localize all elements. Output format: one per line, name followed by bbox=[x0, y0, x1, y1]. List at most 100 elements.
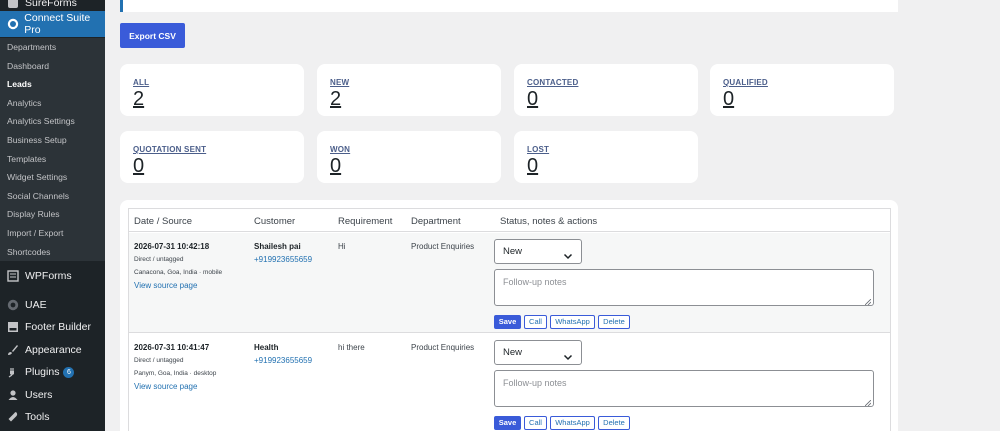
whatsapp-icon bbox=[6, 17, 19, 31]
stat-card-all[interactable]: ALL 2 bbox=[120, 64, 304, 116]
column-header-requirement: Requirement bbox=[338, 216, 393, 227]
lead-requirement: hi there bbox=[338, 343, 365, 352]
stat-value: 2 bbox=[330, 88, 342, 110]
stat-label: ALL bbox=[133, 78, 150, 87]
lead-requirement: Hi bbox=[338, 242, 346, 251]
stat-card-lost[interactable]: LOST 0 bbox=[514, 131, 698, 183]
call-button[interactable]: Call bbox=[524, 416, 547, 430]
save-button[interactable]: Save bbox=[494, 315, 521, 329]
export-csv-button[interactable]: Export CSV bbox=[120, 23, 185, 48]
leads-table: Date / Source Customer Requirement Depar… bbox=[128, 208, 891, 431]
lead-location: Panym, Goa, India · desktop bbox=[134, 370, 217, 377]
column-header-customer: Customer bbox=[254, 216, 296, 227]
status-select[interactable]: New bbox=[494, 239, 582, 264]
connect-suite-submenu: Departments Dashboard Leads Analytics An… bbox=[0, 38, 105, 262]
sidebar-item-widget-settings[interactable]: Widget Settings bbox=[0, 168, 105, 187]
sidebar-item-analytics-settings[interactable]: Analytics Settings bbox=[0, 112, 105, 131]
stat-label: QUALIFIED bbox=[723, 78, 768, 87]
stat-value: 0 bbox=[133, 155, 145, 177]
stat-label: WON bbox=[330, 145, 351, 154]
whatsapp-button[interactable]: WhatsApp bbox=[550, 315, 595, 329]
stat-value: 2 bbox=[133, 88, 145, 110]
lead-source: Direct / untagged bbox=[134, 357, 184, 364]
follow-up-notes-input[interactable]: Follow-up notes bbox=[494, 269, 874, 306]
admin-sidebar: SureForms Connect Suite Pro Departments … bbox=[0, 0, 105, 431]
menu-connect-suite-pro[interactable]: Connect Suite Pro bbox=[0, 11, 105, 37]
menu-label: SureForms bbox=[25, 0, 77, 9]
menu-label: Plugins bbox=[25, 366, 60, 378]
menu-tools[interactable]: Tools bbox=[0, 404, 105, 430]
stat-label: CONTACTED bbox=[527, 78, 579, 87]
customer-name: Health bbox=[254, 343, 279, 352]
stat-label: QUOTATION SENT bbox=[133, 145, 207, 154]
sidebar-item-business-setup[interactable]: Business Setup bbox=[0, 131, 105, 150]
view-source-link[interactable]: View source page bbox=[134, 382, 197, 391]
sureforms-icon bbox=[6, 0, 20, 10]
status-select[interactable]: New bbox=[494, 340, 582, 365]
menu-label: Users bbox=[25, 389, 53, 401]
column-header-date: Date / Source bbox=[134, 216, 193, 227]
stat-value: 0 bbox=[527, 155, 539, 177]
wpforms-icon bbox=[6, 269, 20, 283]
stat-label: LOST bbox=[527, 145, 550, 154]
menu-label: Appearance bbox=[25, 344, 82, 356]
view-source-link[interactable]: View source page bbox=[134, 281, 197, 290]
call-button[interactable]: Call bbox=[524, 315, 547, 329]
menu-label: UAE bbox=[25, 299, 47, 311]
lead-location: Canacona, Goa, India · mobile bbox=[134, 269, 223, 276]
resize-grip-icon[interactable] bbox=[864, 297, 872, 306]
sidebar-item-templates[interactable]: Templates bbox=[0, 150, 105, 169]
delete-button[interactable]: Delete bbox=[598, 416, 630, 430]
lead-date: 2026-07-31 10:41:47 bbox=[134, 343, 210, 352]
sidebar-item-shortcodes[interactable]: Shortcodes bbox=[0, 243, 105, 262]
customer-name: Shailesh pai bbox=[254, 242, 301, 251]
menu-label: WPForms bbox=[25, 270, 72, 282]
table-row: 2026-07-31 10:41:47 Direct / untagged Pa… bbox=[129, 334, 890, 431]
lead-department: Product Enquiries bbox=[411, 343, 475, 352]
plugins-update-badge: 6 bbox=[63, 366, 75, 378]
sidebar-item-leads[interactable]: Leads bbox=[0, 75, 105, 94]
save-button[interactable]: Save bbox=[494, 416, 521, 430]
lead-department: Product Enquiries bbox=[411, 242, 475, 251]
table-row: 2026-07-31 10:42:18 Direct / untagged Ca… bbox=[129, 233, 890, 333]
stat-card-quotation-sent[interactable]: QUOTATION SENT 0 bbox=[120, 131, 304, 183]
sidebar-item-dashboard[interactable]: Dashboard bbox=[0, 57, 105, 76]
stat-label: NEW bbox=[330, 78, 350, 87]
user-icon bbox=[6, 388, 20, 402]
plugin-icon bbox=[6, 365, 20, 379]
status-value: New bbox=[503, 246, 523, 257]
sidebar-item-import-export[interactable]: Import / Export bbox=[0, 224, 105, 243]
sidebar-item-social-channels[interactable]: Social Channels bbox=[0, 187, 105, 206]
notes-placeholder: Follow-up notes bbox=[503, 277, 567, 287]
sidebar-item-departments[interactable]: Departments bbox=[0, 38, 105, 57]
stat-card-won[interactable]: WON 0 bbox=[317, 131, 501, 183]
follow-up-notes-input[interactable]: Follow-up notes bbox=[494, 370, 874, 407]
whatsapp-button[interactable]: WhatsApp bbox=[550, 416, 595, 430]
lead-source: Direct / untagged bbox=[134, 256, 184, 263]
leads-panel: Date / Source Customer Requirement Depar… bbox=[120, 200, 898, 431]
menu-wpforms[interactable]: WPForms bbox=[0, 263, 105, 289]
stat-value: 0 bbox=[330, 155, 342, 177]
lead-date: 2026-07-31 10:42:18 bbox=[134, 242, 210, 251]
column-header-department: Department bbox=[411, 216, 461, 227]
resize-grip-icon[interactable] bbox=[864, 398, 872, 407]
menu-label: Tools bbox=[25, 411, 50, 423]
stat-value: 0 bbox=[723, 88, 735, 110]
customer-phone-link[interactable]: +919923655659 bbox=[254, 356, 312, 365]
stat-card-contacted[interactable]: CONTACTED 0 bbox=[514, 64, 698, 116]
delete-button[interactable]: Delete bbox=[598, 315, 630, 329]
menu-label: Footer Builder bbox=[25, 321, 91, 333]
stat-card-new[interactable]: NEW 2 bbox=[317, 64, 501, 116]
main-content: Export CSV ALL 2 NEW 2 CONTACTED 0 QUALI… bbox=[105, 0, 1000, 431]
sidebar-item-analytics[interactable]: Analytics bbox=[0, 94, 105, 113]
paintbrush-icon bbox=[6, 343, 20, 357]
menu-label: Connect Suite Pro bbox=[24, 12, 91, 36]
stat-card-qualified[interactable]: QUALIFIED 0 bbox=[710, 64, 894, 116]
top-notice bbox=[120, 0, 898, 12]
chevron-down-icon bbox=[563, 348, 573, 361]
footer-builder-icon bbox=[6, 320, 20, 334]
customer-phone-link[interactable]: +919923655659 bbox=[254, 255, 312, 264]
sidebar-item-display-rules[interactable]: Display Rules bbox=[0, 205, 105, 224]
chevron-down-icon bbox=[563, 247, 573, 260]
column-header-status: Status, notes & actions bbox=[500, 216, 598, 227]
